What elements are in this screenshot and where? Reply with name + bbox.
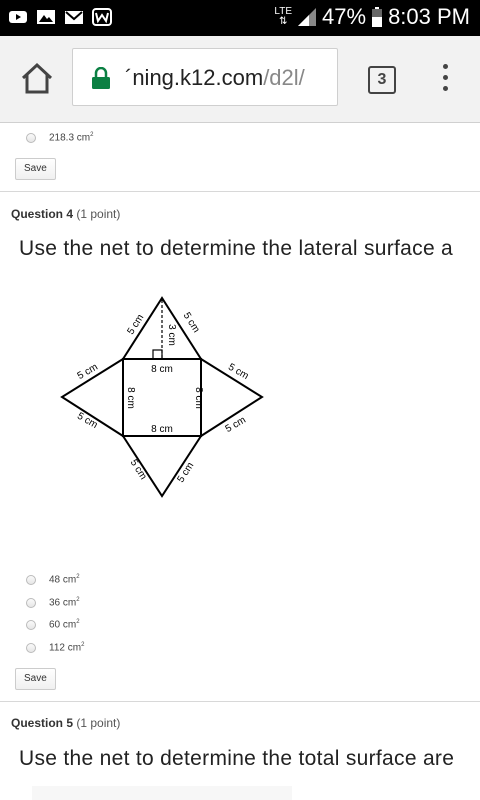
question-header: Question 5 (1 point) xyxy=(11,716,120,730)
question-figure xyxy=(32,786,292,800)
status-bar: LTE ⇅ 47% 8:03 PM xyxy=(0,0,480,36)
option-label: 60 cm2 xyxy=(49,619,80,631)
question-points: (1 point) xyxy=(76,207,121,221)
question-points: (1 point) xyxy=(76,716,121,730)
label-bottom-left: 5 cm xyxy=(128,458,149,482)
browser-toolbar: ´ning.k12.com/d2l/ 3 xyxy=(0,36,480,123)
question-number: Question 5 xyxy=(11,716,74,730)
question-text: Use the net to determine the lateral sur… xyxy=(19,237,454,260)
answer-option[interactable]: 60 cm2 xyxy=(26,619,80,630)
clock: 8:03 PM xyxy=(388,4,470,29)
label-right-bottom: 5 cm xyxy=(224,415,248,435)
url-bar[interactable]: ´ning.k12.com/d2l/ xyxy=(72,48,338,106)
tab-switcher-button[interactable]: 3 xyxy=(368,66,396,94)
url-path: /d2l/ xyxy=(263,65,305,90)
quiz-content: 218.3 cm2 Save Question 4 (1 point) Use … xyxy=(0,123,480,800)
battery-icon xyxy=(372,7,383,27)
battery-percent: 47% xyxy=(322,4,367,29)
label-left-top: 5 cm xyxy=(76,362,100,382)
label-square-top: 8 cm xyxy=(151,364,173,375)
signal-icon xyxy=(298,8,317,26)
radio-button[interactable] xyxy=(26,642,36,653)
label-height: 3 cm xyxy=(166,324,177,346)
pyramid-net-diagram: 5 cm 5 cm 3 cm 8 cm 8 cm 8 cm 8 cm 5 cm … xyxy=(60,296,264,498)
url-host: ´ning.k12.com xyxy=(125,65,264,90)
question-header: Question 4 (1 point) xyxy=(11,207,120,221)
divider xyxy=(0,701,480,702)
answer-option[interactable]: 48 cm2 xyxy=(26,574,80,585)
option-label: 48 cm2 xyxy=(49,574,80,586)
label-right-top: 5 cm xyxy=(226,362,250,382)
save-button[interactable]: Save xyxy=(15,158,56,180)
network-type: LTE ⇅ xyxy=(274,6,293,27)
home-icon[interactable] xyxy=(20,62,54,96)
pyramid-net-figure: 5 cm 5 cm 3 cm 8 cm 8 cm 8 cm 8 cm 5 cm … xyxy=(32,274,292,522)
youtube-icon xyxy=(9,11,27,23)
answer-option[interactable]: 218.3 cm2 xyxy=(26,132,93,143)
option-label: 218.3 cm2 xyxy=(49,132,94,144)
answer-option[interactable]: 112 cm2 xyxy=(26,642,84,653)
option-label: 36 cm2 xyxy=(49,597,80,609)
answer-option[interactable]: 36 cm2 xyxy=(26,597,80,608)
radio-button[interactable] xyxy=(26,597,36,608)
url-text: ´ning.k12.com/d2l/ xyxy=(125,65,305,91)
radio-button[interactable] xyxy=(26,619,36,630)
question-number: Question 4 xyxy=(11,207,74,221)
label-bottom-right: 5 cm xyxy=(175,461,196,485)
overflow-menu-icon[interactable] xyxy=(440,64,450,94)
divider xyxy=(0,191,480,192)
word-icon xyxy=(92,8,112,26)
lock-icon xyxy=(92,67,110,89)
radio-button[interactable] xyxy=(26,132,36,143)
gallery-icon xyxy=(37,10,55,24)
question-text: Use the net to determine the total surfa… xyxy=(19,747,455,770)
label-square-right: 8 cm xyxy=(193,387,204,409)
label-left-bottom: 5 cm xyxy=(75,411,99,431)
gmail-icon xyxy=(65,11,83,24)
right-angle-mark xyxy=(152,349,163,360)
radio-button[interactable] xyxy=(26,574,36,585)
save-button[interactable]: Save xyxy=(15,668,56,690)
label-square-left: 8 cm xyxy=(125,387,136,409)
label-top-left: 5 cm xyxy=(125,313,146,337)
label-square-bottom: 8 cm xyxy=(151,424,173,435)
option-label: 112 cm2 xyxy=(49,642,85,654)
